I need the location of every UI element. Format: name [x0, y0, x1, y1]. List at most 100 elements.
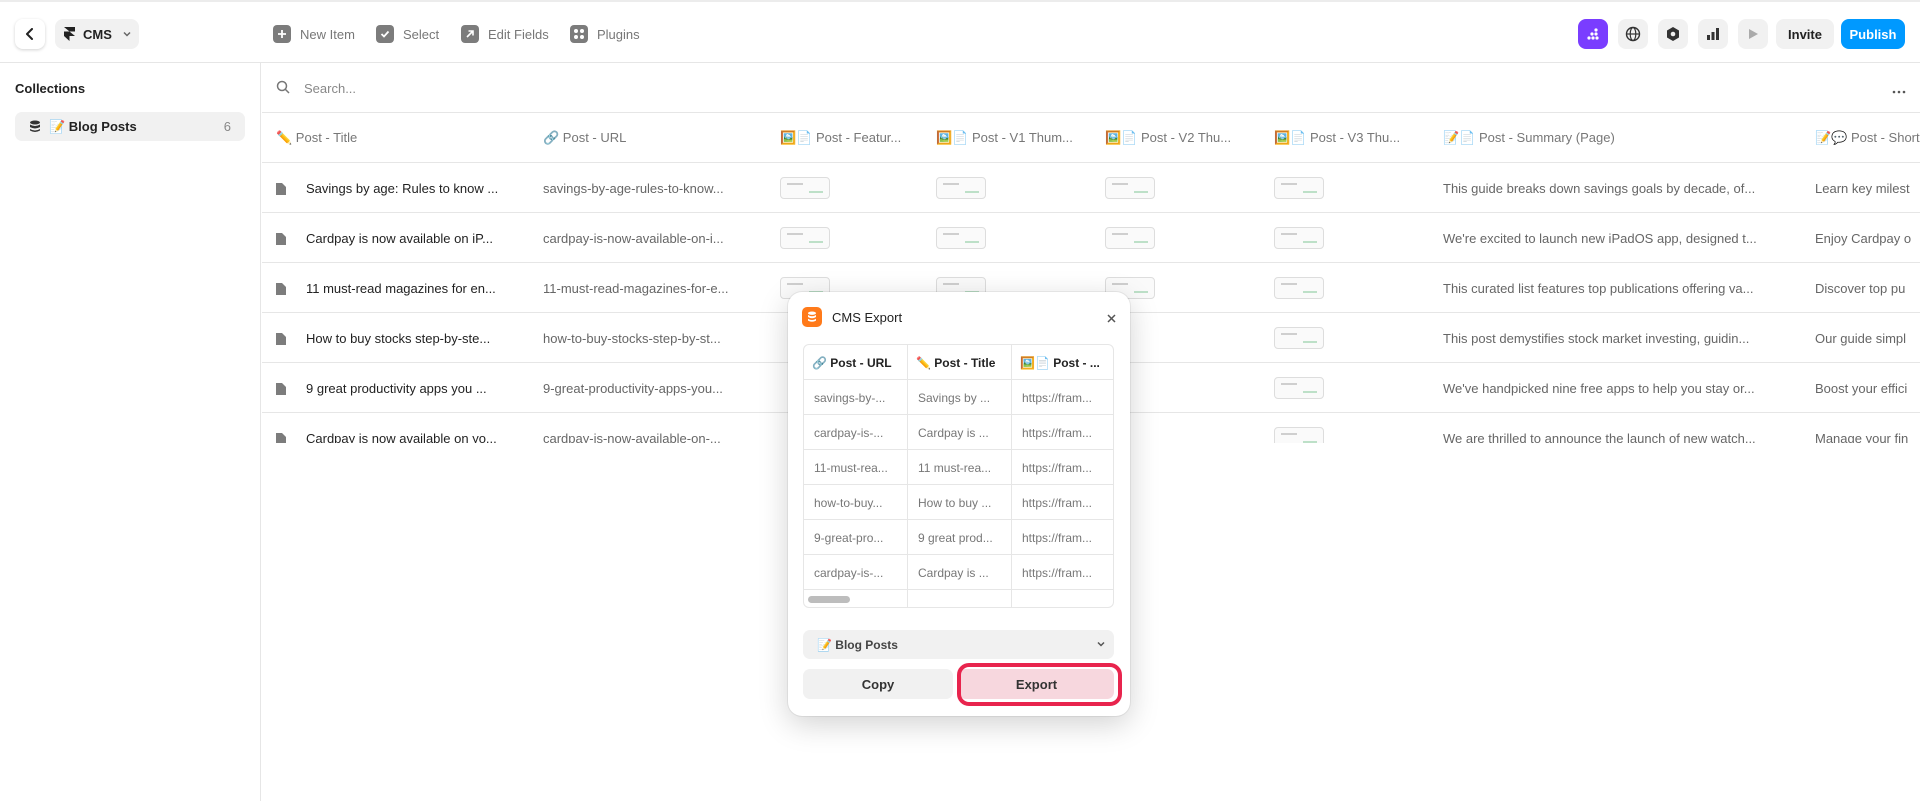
row-summary: This curated list features top publicati…: [1443, 280, 1754, 296]
new-item-button[interactable]: New Item: [273, 22, 355, 46]
column-header-summary[interactable]: 📝📄 Post - Summary (Page): [1443, 113, 1743, 163]
globe-button[interactable]: [1618, 19, 1648, 49]
edit-fields-label: Edit Fields: [488, 26, 549, 42]
preview-cell: cardpay-is-...: [814, 425, 884, 440]
select-button[interactable]: Select: [376, 22, 439, 46]
more-options-icon[interactable]: [1892, 81, 1906, 97]
row-title: Savings by age: Rules to know ...: [306, 180, 499, 196]
row-short: Discover top pu: [1815, 280, 1906, 296]
column-header-url[interactable]: 🔗 Post - URL: [543, 113, 743, 163]
table-row[interactable]: Savings by age: Rules to know ... saving…: [262, 163, 1920, 213]
preview-cell: https://fram...: [1022, 530, 1093, 545]
preview-cell: https://fram...: [1022, 565, 1093, 580]
row-url: savings-by-age-rules-to-know...: [543, 180, 724, 196]
dots-grid-icon: [1587, 28, 1599, 40]
preview-cell: Cardpay is ...: [918, 425, 989, 440]
settings-button[interactable]: [1658, 19, 1688, 49]
document-icon: [276, 382, 286, 398]
row-summary: This guide breaks down savings goals by …: [1443, 180, 1756, 196]
cms-plugin-button[interactable]: [1578, 19, 1608, 49]
search-input[interactable]: [304, 75, 904, 101]
row-title: Cardpay is now available on yo...: [306, 430, 497, 444]
v1-thumbnail: [936, 213, 986, 263]
sidebar-item-blog-posts[interactable]: 📝 Blog Posts 6: [15, 112, 245, 141]
collection-select-value: 📝 Blog Posts: [817, 637, 898, 652]
row-url: how-to-buy-stocks-step-by-st...: [543, 330, 721, 346]
preview-cell: How to buy ...: [918, 495, 992, 510]
v3-thumbnail: [1274, 163, 1324, 213]
preview-cell: cardpay-is-...: [814, 565, 884, 580]
close-icon[interactable]: [1107, 310, 1116, 326]
v2-thumbnail: [1105, 163, 1155, 213]
document-icon: [276, 182, 286, 198]
column-header-title[interactable]: ✏️ Post - Title: [276, 113, 476, 163]
preview-column-title: ✏️ Post - Title: [916, 355, 996, 370]
export-button[interactable]: Export: [959, 669, 1114, 699]
preview-row: how-to-buy... How to buy ... https://fra…: [804, 485, 1113, 520]
analytics-button[interactable]: [1698, 19, 1728, 49]
row-short: Enjoy Cardpay o: [1815, 230, 1912, 246]
copy-button[interactable]: Copy: [803, 669, 953, 699]
cms-export-logo-icon: [802, 307, 822, 327]
top-toolbar: CMS New Item Select Edit Fields Plugins: [0, 0, 1920, 63]
back-button[interactable]: [15, 19, 45, 49]
column-header-featured[interactable]: 🖼️📄 Post - Featur...: [780, 113, 920, 163]
invite-button[interactable]: Invite: [1776, 19, 1834, 49]
v3-thumbnail: [1274, 413, 1324, 443]
collection-select[interactable]: 📝 Blog Posts: [803, 630, 1114, 659]
row-url: 9-great-productivity-apps-you...: [543, 380, 723, 396]
chevron-left-icon: [26, 28, 33, 40]
arrow-up-right-icon: [461, 25, 479, 43]
preview-header-row: 🔗 Post - URL ✏️ Post - Title 🖼️📄 Post - …: [804, 345, 1113, 380]
v2-thumbnail: [1105, 213, 1155, 263]
play-icon: [1749, 29, 1758, 39]
table-row[interactable]: Cardpay is now available on iP... cardpa…: [262, 213, 1920, 263]
preview-cell: 11 must-rea...: [918, 460, 992, 475]
column-header-short[interactable]: 📝💬 Post - Short: [1815, 113, 1920, 163]
export-preview-table[interactable]: 🔗 Post - URL ✏️ Post - Title 🖼️📄 Post - …: [803, 344, 1114, 608]
column-header-v2-thumb[interactable]: 🖼️📄 Post - V2 Thu...: [1105, 113, 1255, 163]
dialog-header: CMS Export: [802, 307, 902, 327]
featured-thumbnail: [780, 213, 830, 263]
bar-chart-icon: [1707, 28, 1719, 40]
document-icon: [276, 332, 286, 348]
preview-cell: savings-by-...: [814, 390, 886, 405]
preview-cell: https://fram...: [1022, 495, 1093, 510]
row-title: How to buy stocks step-by-ste...: [306, 330, 491, 346]
dialog-title: CMS Export: [832, 309, 903, 325]
cms-export-dialog: CMS Export 🔗 Post - URL ✏️ Post - Title …: [788, 292, 1130, 716]
row-title: Cardpay is now available on iP...: [306, 230, 493, 246]
document-icon: [276, 432, 286, 443]
column-header-v3-thumb[interactable]: 🖼️📄 Post - V3 Thu...: [1274, 113, 1424, 163]
plugins-label: Plugins: [597, 26, 640, 42]
featured-thumbnail: [780, 163, 830, 213]
database-icon: [30, 120, 40, 132]
new-item-label: New Item: [300, 26, 355, 42]
row-title: 11 must-read magazines for en...: [306, 280, 496, 296]
preview-cell: Savings by ...: [918, 390, 991, 405]
v1-thumbnail: [936, 163, 986, 213]
collections-sidebar: Collections 📝 Blog Posts 6: [0, 63, 261, 801]
preview-cell: 9 great prod...: [918, 530, 993, 545]
preview-row: 11-must-rea... 11 must-rea... https://fr…: [804, 450, 1113, 485]
cms-switcher[interactable]: CMS: [55, 19, 139, 49]
edit-fields-button[interactable]: Edit Fields: [461, 22, 549, 46]
plugins-button[interactable]: Plugins: [570, 22, 640, 46]
search-bar: [262, 63, 1920, 113]
preview-button[interactable]: [1738, 19, 1768, 49]
publish-button[interactable]: Publish: [1841, 19, 1905, 49]
horizontal-scrollbar[interactable]: [808, 596, 850, 603]
select-label: Select: [403, 26, 440, 42]
column-header-v1-thumb[interactable]: 🖼️📄 Post - V1 Thum...: [936, 113, 1086, 163]
plugins-icon: [570, 25, 588, 43]
preview-cell: 9-great-pro...: [814, 530, 884, 545]
preview-cell: https://fram...: [1022, 425, 1093, 440]
row-title: 9 great productivity apps you ...: [306, 380, 487, 396]
plus-icon: [273, 25, 291, 43]
row-short: Learn key milest: [1815, 180, 1910, 196]
chevron-down-icon: [123, 31, 131, 37]
row-summary: This post demystifies stock market inves…: [1443, 330, 1750, 346]
row-summary: We're excited to launch new iPadOS app, …: [1443, 230, 1757, 246]
preview-cell: https://fram...: [1022, 460, 1093, 475]
hexagon-gear-icon: [1667, 27, 1679, 41]
